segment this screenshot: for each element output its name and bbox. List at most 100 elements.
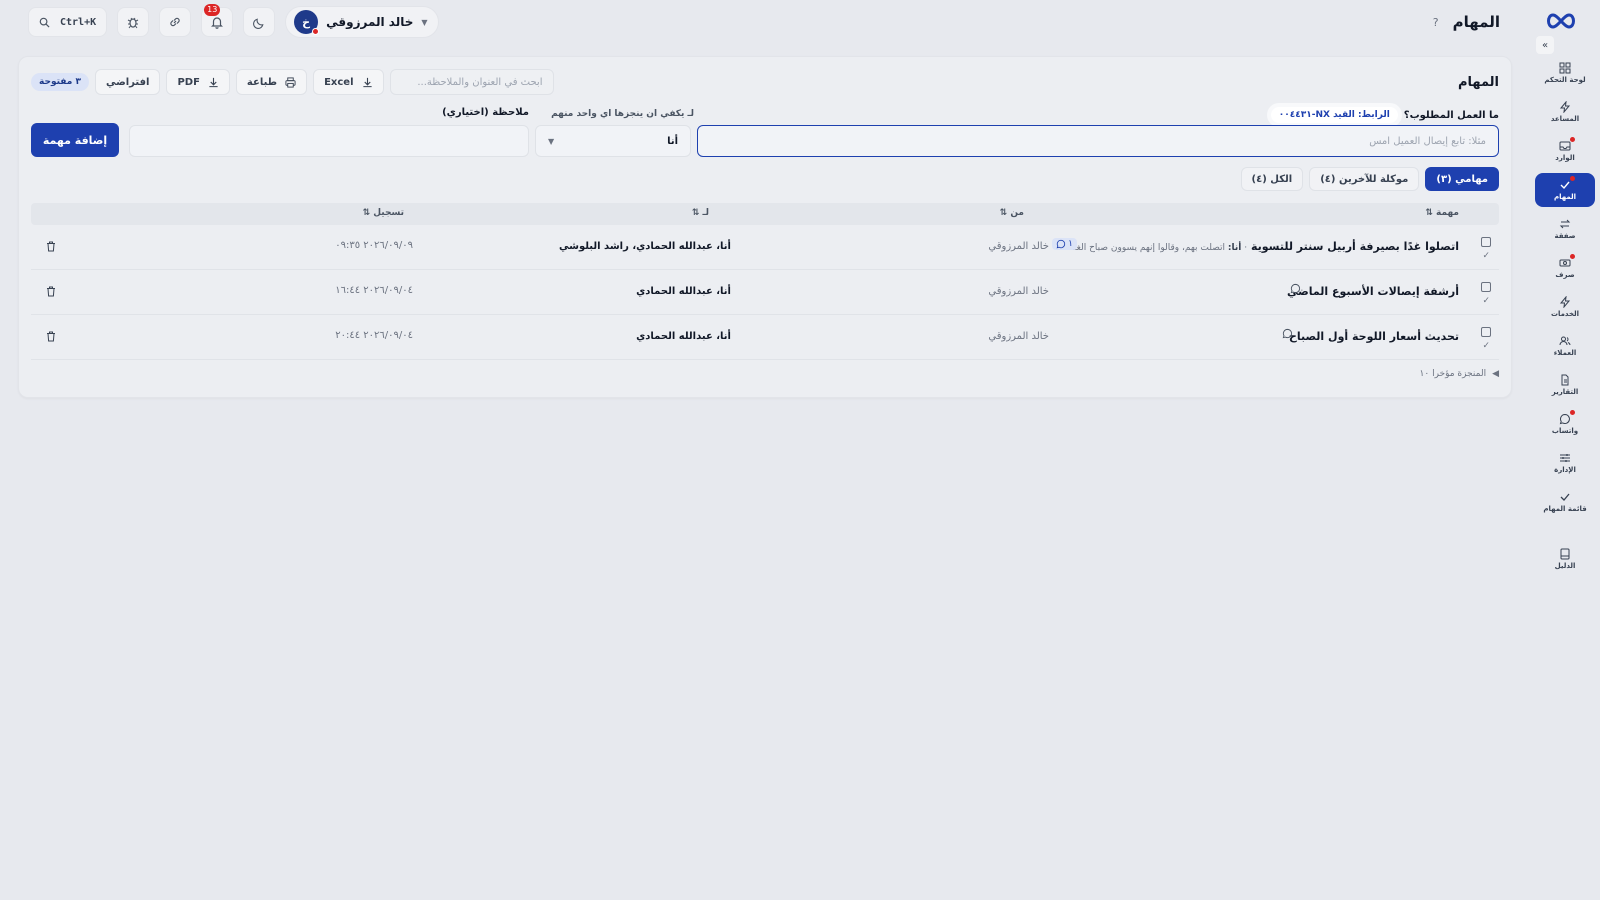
tab-my-tasks[interactable]: مهامي (٣) <box>1425 167 1499 191</box>
clients-icon <box>1559 335 1571 347</box>
global-search-button[interactable]: Ctrl+K <box>28 7 108 37</box>
check-icon <box>1559 491 1571 503</box>
complete-checkbox[interactable] <box>1481 237 1491 247</box>
delete-button[interactable] <box>43 283 59 299</box>
sidebar: لوحة التحكم المساعد الوارد المهام صفقة ص… <box>1530 56 1600 900</box>
bug-report-button[interactable] <box>117 7 150 37</box>
task-tabs: مهامي (٣) موكلة للآخرين (٤) الكل (٤) <box>1240 167 1499 191</box>
notification-dot <box>1570 137 1575 142</box>
bug-icon <box>126 15 140 29</box>
reports-icon <box>1559 374 1571 386</box>
money-icon <box>1559 257 1571 269</box>
assignee-label: لـ يكفي ان ينجزها اي واحد منهم <box>551 109 694 119</box>
avatar: خ <box>294 10 320 35</box>
open-count-badge: ٣ مفتوحة <box>31 73 89 91</box>
trash-icon <box>46 286 56 297</box>
sidebar-item-inbox[interactable]: الوارد <box>1535 134 1595 168</box>
trash-icon <box>46 241 56 252</box>
add-task-button[interactable]: إضافة مهمة <box>31 123 119 157</box>
sidebar-item-exchange[interactable]: صرف <box>1535 251 1595 285</box>
table-header: مهمة ⇅ من ⇅ لـ ⇅ تسجيل ⇅ <box>31 203 1499 225</box>
table-row: ✓ اتصلوا غدًا بصيرفة أربيل سنتر للتسوية … <box>31 225 1499 270</box>
page-title: المهام <box>1452 13 1500 31</box>
delete-button[interactable] <box>43 238 59 254</box>
sidebar-item-clients[interactable]: العملاء <box>1535 329 1595 363</box>
user-menu[interactable]: ▼ خالد المرزوقي خ <box>285 6 439 38</box>
task-from: خالد المرزوقي <box>988 241 1049 252</box>
column-header-to[interactable]: لـ ⇅ <box>692 208 709 218</box>
task-from: خالد المرزوقي <box>988 286 1049 297</box>
table-row: ✓ تحديث أسعار اللوحة أول الصباح خالد الم… <box>31 315 1499 360</box>
printer-icon <box>285 76 296 88</box>
print-button[interactable]: طباعة <box>235 69 308 95</box>
task-note: · أنا: اتصلت بهم، وقالوا إنهم يسوون صباح… <box>1069 243 1248 253</box>
sidebar-item-guide[interactable]: الدليل <box>1535 542 1595 576</box>
task-from: خالد المرزوقي <box>988 331 1049 342</box>
linked-entry-chip[interactable]: الرابط: القيد NX-٠٠٤٤٣١ <box>1270 107 1398 123</box>
task-date: ٢٠٢٦/٠٩/٠٤ ٢٠:٤٤ <box>335 330 413 341</box>
export-excel-button[interactable]: Excel <box>313 69 384 95</box>
comments-button[interactable]: ١ <box>1052 238 1077 250</box>
card-header: المهام ابحث في العنوان والملاحظة... Exce… <box>31 69 1499 95</box>
tab-all[interactable]: الكل (٤) <box>1240 167 1304 191</box>
recently-done-toggle[interactable]: ◀ المنجزة مؤخرا ١٠ <box>1420 369 1499 379</box>
task-title[interactable]: أرشفة إيصالات الأسبوع الماضي <box>1287 285 1459 298</box>
search-icon <box>39 17 50 28</box>
check-icon: ✓ <box>1482 341 1490 351</box>
sidebar-item-assistant[interactable]: المساعد <box>1535 95 1595 129</box>
sidebar-item-admin[interactable]: الإدارة <box>1535 446 1595 480</box>
link-icon <box>168 15 182 29</box>
table-row: ✓ أرشفة إيصالات الأسبوع الماضي خالد المر… <box>31 270 1499 315</box>
inbox-icon <box>1559 140 1571 152</box>
sidebar-item-task-list[interactable]: قائمة المهام <box>1535 485 1595 519</box>
chat-icon <box>1559 413 1571 425</box>
dark-mode-toggle[interactable] <box>243 7 276 37</box>
task-assignees: أنا، عبدالله الحمادي <box>636 331 731 342</box>
card-title: المهام <box>1457 74 1499 90</box>
complete-checkbox[interactable] <box>1481 327 1491 337</box>
default-view-button[interactable]: افتراضي <box>94 69 161 95</box>
tasks-search-input[interactable]: ابحث في العنوان والملاحظة... <box>389 69 554 95</box>
column-header-logged[interactable]: تسجيل ⇅ <box>363 208 404 218</box>
download-icon <box>208 77 219 88</box>
comment-icon[interactable] <box>1290 283 1301 294</box>
assignee-select[interactable]: أنا ▼ <box>535 125 691 157</box>
tasks-icon <box>1559 179 1571 191</box>
complete-checkbox[interactable] <box>1481 282 1491 292</box>
link-button[interactable] <box>159 7 192 37</box>
task-date: ٢٠٢٦/٠٩/٠٩ ٠٩:٣٥ <box>335 240 413 251</box>
transfer-icon <box>1559 218 1571 230</box>
book-icon <box>1559 548 1571 560</box>
check-icon: ✓ <box>1482 251 1490 261</box>
dashboard-icon <box>1559 62 1571 74</box>
top-bar: المهام ? Ctrl+K 13 ▼ خالد المرزوقي خ <box>0 0 1600 44</box>
sidebar-item-deal[interactable]: صفقة <box>1535 212 1595 246</box>
notifications-button[interactable]: 13 <box>201 4 234 37</box>
task-title[interactable]: اتصلوا غدًا بصيرفة أربيل سنتر للتسوية · … <box>1069 240 1459 253</box>
task-label: ما العمل المطلوب؟ الرابط: القيد NX-٠٠٤٤٣… <box>1270 107 1499 123</box>
task-assignees: أنا، عبدالله الحمادي، راشد البلوشي <box>559 241 731 252</box>
task-input[interactable]: مثلا: تابع إيصال العميل امس <box>697 125 1499 157</box>
column-header-task[interactable]: مهمة ⇅ <box>1425 208 1459 218</box>
delete-button[interactable] <box>43 328 59 344</box>
sidebar-item-services[interactable]: الخدمات <box>1535 290 1595 324</box>
notification-dot <box>1570 410 1575 415</box>
status-dot <box>312 28 320 35</box>
task-title[interactable]: تحديث أسعار اللوحة أول الصباح <box>1289 330 1459 343</box>
sidebar-item-dashboard[interactable]: لوحة التحكم <box>1535 56 1595 90</box>
task-date: ٢٠٢٦/٠٩/٠٤ ١٦:٤٤ <box>335 285 413 296</box>
sliders-icon <box>1559 452 1571 464</box>
bell-icon <box>210 15 224 29</box>
search-shortcut-label: Ctrl+K <box>60 16 97 28</box>
sidebar-item-reports[interactable]: التقارير <box>1535 368 1595 402</box>
notifications-badge: 13 <box>204 4 221 16</box>
column-header-from[interactable]: من ⇅ <box>1000 208 1024 218</box>
note-input[interactable] <box>129 125 529 157</box>
export-pdf-button[interactable]: PDF <box>166 69 230 95</box>
comment-icon[interactable] <box>1282 328 1293 339</box>
help-icon[interactable]: ? <box>1433 16 1439 29</box>
sidebar-item-whatsapp[interactable]: واتساب <box>1535 407 1595 441</box>
caret-left-icon: ◀ <box>1492 369 1499 379</box>
sidebar-item-tasks[interactable]: المهام <box>1535 173 1595 207</box>
tab-delegated[interactable]: موكلة للآخرين (٤) <box>1309 167 1420 191</box>
